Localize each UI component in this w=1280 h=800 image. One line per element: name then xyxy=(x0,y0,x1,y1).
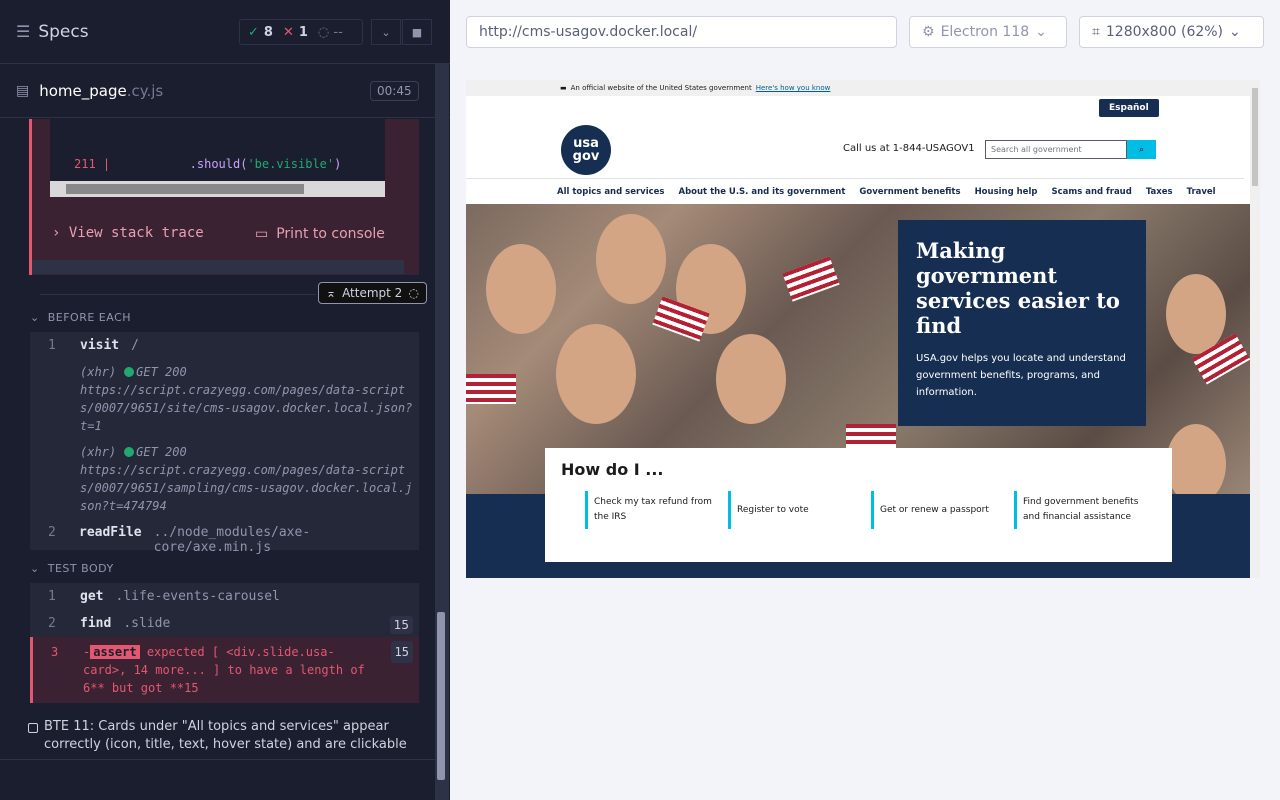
howdo-link[interactable]: Check my tax refund from the IRS xyxy=(585,491,728,529)
aut-panel: http://cms-usagov.docker.local/ ⚙ Electro… xyxy=(450,0,1280,800)
element-count: 15 xyxy=(390,641,413,663)
main-nav: All topics and services About the U.S. a… xyxy=(466,178,1244,204)
gov-banner: ▬ An official website of the United State… xyxy=(466,80,1260,96)
status-dot xyxy=(124,447,135,457)
nav-item[interactable]: About the U.S. and its government xyxy=(679,187,846,197)
nav-item[interactable]: Government benefits xyxy=(859,187,960,197)
test-body-commands: 1 get .life-events-carousel 2 find .slide 15 … xyxy=(30,583,419,703)
howdo-link[interactable]: Find government benefits and financial a… xyxy=(1014,491,1157,529)
how-do-i-title: How do I ... xyxy=(561,460,664,479)
command-assert[interactable]: 3 - assert expected [ <div.slide.usa-card… xyxy=(30,637,419,703)
xhr-request[interactable]: (xhr) GET 200 https://script.crazyegg.com/… xyxy=(30,359,419,439)
browser-selector[interactable]: ⚙ Electron 118 ⌄ xyxy=(909,16,1067,48)
hero-title: Making government services easier to fin… xyxy=(916,238,1120,338)
howdo-link[interactable]: Get or renew a passport xyxy=(871,491,1014,529)
url-bar[interactable]: http://cms-usagov.docker.local/ xyxy=(466,16,897,48)
howdo-link[interactable]: Register to vote xyxy=(728,491,871,529)
next-test[interactable]: BTE 11: Cards under "All topics and serv… xyxy=(28,718,418,754)
run-duration: 00:45 xyxy=(370,81,419,101)
frame-scrollbar[interactable] xyxy=(1250,80,1260,578)
spinner-icon: ◌ xyxy=(408,286,419,300)
spinner-icon: ◌ xyxy=(317,24,330,40)
command-readfile[interactable]: 2 readFile ../node_modules/axe-core/axe.mi… xyxy=(30,519,419,561)
usagov-logo[interactable]: usa gov xyxy=(561,125,611,175)
command-log-panel: ☰ Specs ✓ 8 ✕ 1 ◌ -- ⌄ ■ ▤ home_page.cy.js… xyxy=(0,0,450,800)
flag-icon: ▬ xyxy=(560,84,567,92)
nav-item[interactable]: Scams and fraud xyxy=(1051,187,1131,197)
passed-count: ✓ 8 xyxy=(248,24,273,40)
pending-checkbox-icon xyxy=(28,723,38,733)
code-scrollbar[interactable] xyxy=(50,181,385,197)
pending-count: ◌ -- xyxy=(317,24,343,40)
collapse-icon: ⌅ xyxy=(326,286,337,300)
stop-icon[interactable]: ■ xyxy=(402,19,432,45)
chevron-down-icon[interactable]: ⌄ xyxy=(371,19,401,45)
command-find[interactable]: 2 find .slide 15 xyxy=(30,610,419,637)
espanol-button[interactable]: Español xyxy=(1099,99,1159,117)
log-scrollbar[interactable] xyxy=(435,64,449,800)
console-icon: ▭ xyxy=(255,226,269,242)
view-stack-trace[interactable]: › View stack trace xyxy=(52,225,204,241)
call-us: Call us at 1-844-USAGOV1 xyxy=(843,143,975,154)
hero-text: USA.gov helps you locate and understand … xyxy=(916,353,1126,398)
code-frame: 211 | .should('be.visible') 212 | 213 | … xyxy=(50,119,385,181)
check-icon: ✓ xyxy=(248,24,259,40)
menu-icon: ☰ xyxy=(16,22,31,41)
before-each-commands: 1 visit / (xhr) GET 200 https://script.crazy… xyxy=(30,332,419,555)
command-get[interactable]: 1 get .life-events-carousel xyxy=(30,583,419,610)
specs-title: Specs xyxy=(38,21,89,42)
spec-file-name: home_page.cy.js xyxy=(39,81,164,100)
viewport-selector[interactable]: ⌗ 1280x800 (62%) ⌄ xyxy=(1079,16,1264,48)
failed-count: ✕ 1 xyxy=(282,24,308,40)
status-dot xyxy=(124,367,135,377)
xhr-request[interactable]: (xhr) GET 200 https://script.crazyegg.com/… xyxy=(30,439,419,519)
test-body-heading[interactable]: ⌄ TEST BODY xyxy=(30,562,114,575)
how-you-know-link[interactable]: Here's how you know xyxy=(756,84,831,96)
app-frame: ▬ An official website of the United State… xyxy=(466,80,1260,578)
nav-item[interactable]: Taxes xyxy=(1146,187,1173,197)
how-do-i-section: How do I ... Check my tax refund from th… xyxy=(545,448,1172,562)
command-visit[interactable]: 1 visit / xyxy=(30,332,419,359)
browser-icon: ⚙ xyxy=(922,24,935,40)
ruler-icon: ⌗ xyxy=(1092,24,1100,40)
search-icon: ⌕ xyxy=(1138,144,1145,155)
nav-item[interactable]: All topics and services xyxy=(557,187,665,197)
search-button[interactable]: ⌕ xyxy=(1127,140,1156,159)
nav-item[interactable]: Housing help xyxy=(975,187,1038,197)
hero-card: Making government services easier to fin… xyxy=(898,220,1146,426)
print-to-console[interactable]: ▭ Print to console xyxy=(255,226,385,242)
specs-toggle[interactable]: ☰ Specs xyxy=(16,22,89,42)
chevron-down-icon: ⌄ xyxy=(30,562,40,575)
before-each-heading[interactable]: ⌄ BEFORE EACH xyxy=(30,311,131,324)
x-icon: ✕ xyxy=(282,24,294,40)
test-stats: ✓ 8 ✕ 1 ◌ -- xyxy=(239,19,363,45)
search-input[interactable]: Search all government xyxy=(985,140,1127,159)
error-scrollbar[interactable] xyxy=(32,260,404,274)
element-count: 15 xyxy=(389,616,413,634)
file-icon: ▤ xyxy=(16,82,30,99)
attempt-badge[interactable]: ⌅ Attempt 2 ◌ xyxy=(318,282,427,304)
nav-item[interactable]: Travel xyxy=(1187,187,1216,197)
chevron-down-icon: ⌄ xyxy=(30,311,40,324)
